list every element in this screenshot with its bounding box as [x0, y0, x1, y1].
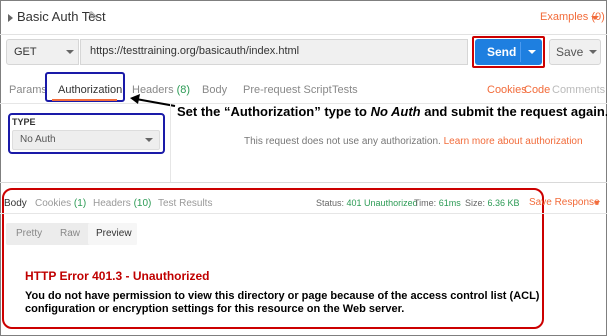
- edit-pencil-icon[interactable]: ✎: [88, 9, 98, 23]
- response-tab-cookies-label: Cookies: [35, 198, 72, 209]
- tab-tests[interactable]: Tests: [332, 84, 358, 96]
- response-tab-headers-count: (10): [133, 198, 152, 209]
- authorization-highlight-box: [45, 72, 125, 102]
- annotation-suffix: and submit the request again.: [420, 104, 607, 119]
- method-caret-icon[interactable]: [66, 50, 74, 54]
- method-label[interactable]: GET: [14, 46, 37, 58]
- tab-prerequest-script[interactable]: Pre-request Script: [243, 84, 332, 96]
- annotation-emphasis: No Auth: [370, 104, 421, 119]
- error-title: HTTP Error 401.3 - Unauthorized: [25, 269, 210, 283]
- save-response-button[interactable]: Save Response: [529, 197, 600, 208]
- auth-type-caret-icon[interactable]: [145, 138, 153, 142]
- code-link[interactable]: Code: [524, 84, 550, 96]
- auth-type-value[interactable]: No Auth: [20, 134, 56, 145]
- time-label: Time:: [414, 198, 437, 208]
- response-tab-headers-label: Headers: [93, 198, 131, 209]
- status-label: Status:: [316, 198, 345, 208]
- response-tab-body[interactable]: Body: [4, 198, 27, 209]
- response-tab-cookies[interactable]: Cookies (1): [35, 198, 86, 209]
- status-readout: Status: 401 Unauthorized: [316, 198, 418, 208]
- no-auth-message: This request does not use any authorizat…: [244, 136, 583, 147]
- size-readout: Size: 6.36 KB: [465, 198, 520, 208]
- error-message: You do not have permission to view this …: [25, 290, 540, 315]
- view-raw-button[interactable]: Raw: [60, 228, 80, 239]
- view-preview-button[interactable]: Preview: [96, 228, 132, 239]
- response-tab-test-results[interactable]: Test Results: [158, 198, 212, 209]
- response-separator: [0, 182, 607, 183]
- send-divider: [520, 42, 521, 62]
- status-value: 401 Unauthorized: [346, 198, 418, 208]
- response-tabs-divider: [0, 213, 607, 214]
- save-response-caret-icon[interactable]: [594, 201, 600, 205]
- view-pretty-button[interactable]: Pretty: [16, 228, 42, 239]
- active-tab-underline: [52, 99, 117, 101]
- cookies-link[interactable]: Cookies: [487, 84, 527, 96]
- collapse-caret-icon[interactable]: [8, 14, 13, 22]
- response-tab-headers[interactable]: Headers (10): [93, 198, 151, 209]
- annotation-prefix: Set the “Authorization” type to: [177, 104, 371, 119]
- size-label: Size:: [465, 198, 486, 208]
- type-label: TYPE: [12, 117, 36, 127]
- url-value[interactable]: https://testtraining.org/basicauth/index…: [90, 45, 299, 57]
- no-auth-message-text: This request does not use any authorizat…: [244, 136, 441, 147]
- tab-params[interactable]: Params: [9, 84, 47, 96]
- send-button-label[interactable]: Send: [487, 45, 516, 59]
- send-options-caret-icon[interactable]: [528, 50, 536, 54]
- auth-panel-divider: [170, 104, 171, 182]
- tab-body[interactable]: Body: [202, 84, 227, 96]
- examples-caret-icon[interactable]: [591, 16, 599, 20]
- time-value: 61ms: [438, 198, 461, 208]
- tab-headers-count: (8): [176, 84, 191, 96]
- learn-more-link[interactable]: Learn more about authorization: [444, 136, 583, 147]
- response-tab-cookies-count: (1): [73, 198, 87, 209]
- annotation-text: Set the “Authorization” type to No Auth …: [177, 104, 607, 119]
- save-button-label[interactable]: Save: [556, 45, 583, 59]
- time-readout: Time: 61ms: [414, 198, 461, 208]
- size-value: 6.36 KB: [487, 198, 520, 208]
- save-options-caret-icon[interactable]: [589, 50, 597, 54]
- comments-link[interactable]: Comments (0): [552, 84, 607, 96]
